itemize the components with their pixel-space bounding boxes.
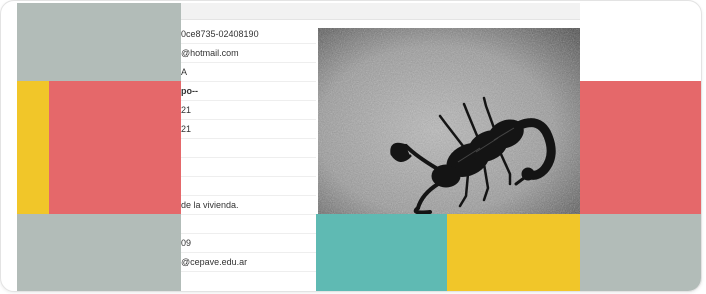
record-row-empty (181, 177, 316, 196)
scorpion-photo (318, 28, 580, 214)
record-row-location: de la vivienda. (181, 196, 316, 215)
screenshot-card: 0ce8735-02408190 @hotmail.com A po-- 21 … (0, 0, 702, 292)
teal-mask-block-bottom (314, 214, 447, 291)
record-row-number: 09 (181, 234, 316, 253)
record-row-number: 21 (181, 120, 316, 139)
record-row-email: @cepave.edu.ar (181, 253, 316, 272)
document-header-bar (181, 3, 580, 20)
grey-mask-block-top-left (17, 3, 181, 81)
record-row-empty (181, 158, 316, 177)
red-mask-block-left (49, 81, 181, 214)
yellow-mask-block-left (17, 81, 49, 214)
red-mask-block-right (580, 81, 701, 214)
record-row-value: A (181, 63, 316, 82)
yellow-mask-block-bottom (447, 214, 580, 291)
record-row-number: 21 (181, 101, 316, 120)
record-row-id: 0ce8735-02408190 (181, 25, 316, 44)
grey-mask-block-bottom-left (17, 214, 181, 291)
record-row-empty (181, 139, 316, 158)
grey-mask-block-bottom-right (580, 214, 701, 291)
record-row-bold-value: po-- (181, 82, 316, 101)
document-record-panel: 0ce8735-02408190 @hotmail.com A po-- 21 … (181, 25, 316, 291)
record-row-email: @hotmail.com (181, 44, 316, 63)
record-row-empty (181, 215, 316, 234)
